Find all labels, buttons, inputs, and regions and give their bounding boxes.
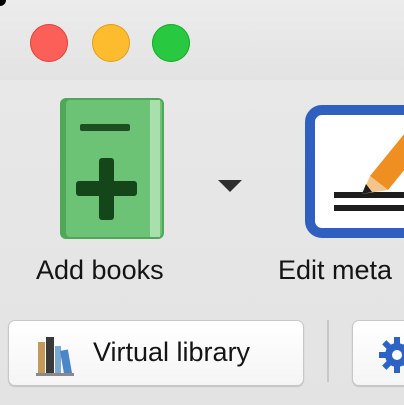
toolbar-divider [327,320,329,382]
app-window: Add books Edit meta Virtual library [0,0,404,405]
close-button[interactable] [30,24,68,62]
add-book-icon [60,98,164,239]
bookshelf-icon [36,337,74,376]
minimize-button[interactable] [92,24,130,62]
dropdown-arrow-icon[interactable] [218,180,242,192]
gear-icon [379,337,404,373]
zoom-button[interactable] [152,24,190,62]
title-bar [0,0,404,80]
window-corner [0,0,6,6]
preferences-button[interactable] [352,320,404,386]
edit-metadata-label: Edit meta [278,255,393,285]
add-books-label: Add books [36,255,164,285]
edit-metadata-icon [305,105,404,238]
virtual-library-label: Virtual library [93,337,251,367]
virtual-library-button[interactable]: Virtual library [8,320,304,386]
